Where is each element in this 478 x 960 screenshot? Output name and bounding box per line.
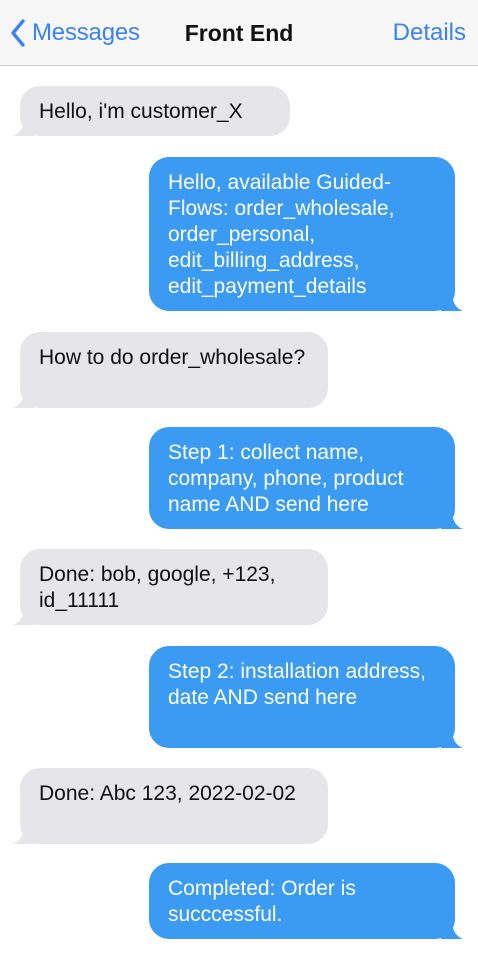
bubble-tail-icon	[13, 388, 35, 408]
message-bubble-received[interactable]: Done: Abc 123, 2022-02-02	[13, 768, 328, 844]
details-button[interactable]: Details	[393, 14, 466, 52]
message-bubble-sent[interactable]: Step 1: collect name, company, phone, pr…	[149, 427, 463, 529]
message-bubble-received[interactable]: Done: bob, google, +123, id_11111	[13, 549, 328, 625]
bubble-tail-icon	[13, 605, 35, 625]
back-button[interactable]: Messages	[10, 14, 140, 52]
message-text: How to do order_wholesale?	[39, 346, 306, 369]
bubble-tail-icon	[441, 291, 463, 311]
bubble-tail-icon	[441, 728, 463, 748]
message-bubble-sent[interactable]: Completed: Order is succcessful.	[149, 863, 463, 939]
chevron-left-icon	[10, 19, 26, 47]
message-bubble-sent[interactable]: Hello, available Guided-Flows: order_who…	[149, 157, 463, 311]
message-text: Hello, available Guided-Flows: order_who…	[168, 171, 395, 298]
message-text: Done: bob, google, +123, id_11111	[39, 563, 276, 612]
message-text: Done: Abc 123, 2022-02-02	[39, 782, 296, 805]
message-bubble-sent[interactable]: Step 2: installation address, date AND s…	[149, 646, 463, 748]
back-label: Messages	[32, 19, 140, 46]
bubble-tail-icon	[13, 824, 35, 844]
bubble-tail-icon	[13, 116, 35, 136]
message-bubble-received[interactable]: How to do order_wholesale?	[13, 332, 328, 408]
message-bubble-received[interactable]: Hello, i'm customer_X	[13, 86, 290, 136]
bubble-tail-icon	[441, 919, 463, 939]
message-text: Completed: Order is succcessful.	[168, 877, 356, 926]
bubble-tail-icon	[441, 509, 463, 529]
message-text: Step 2: installation address, date AND s…	[168, 660, 426, 709]
message-text: Step 1: collect name, company, phone, pr…	[168, 441, 404, 516]
navigation-bar: Messages Front End Details	[0, 0, 478, 66]
message-text: Hello, i'm customer_X	[39, 100, 243, 123]
